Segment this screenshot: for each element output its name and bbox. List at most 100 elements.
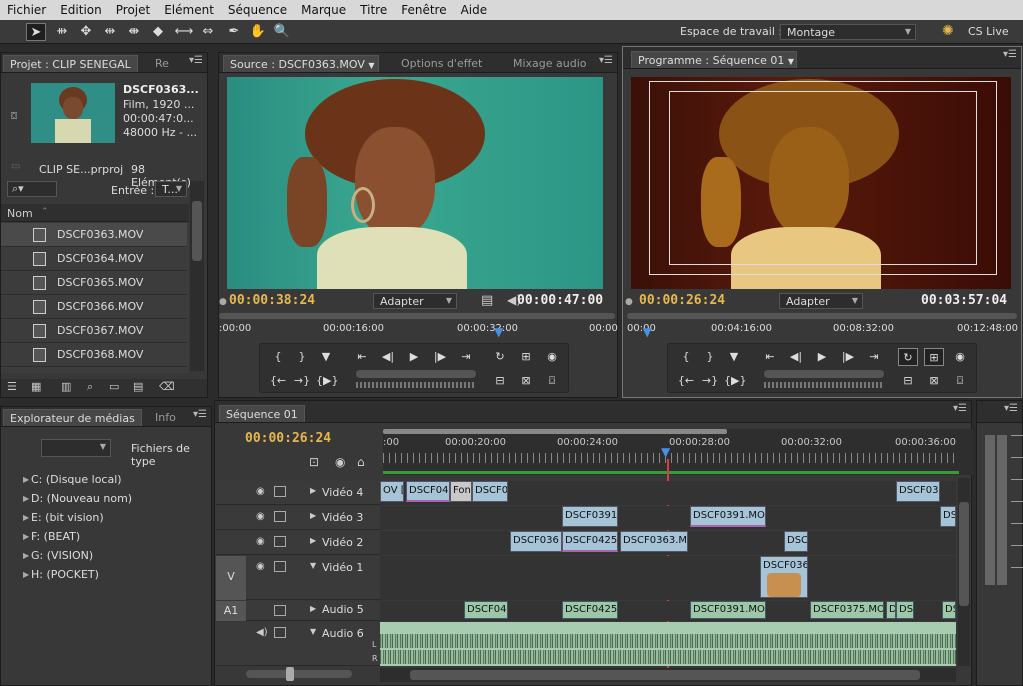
mark-out-icon[interactable]: } [700, 348, 720, 366]
clip-v4-3[interactable]: Fon [450, 481, 472, 502]
drive-f[interactable]: F: (BEAT) [23, 530, 80, 543]
play-icon[interactable]: ▶ [404, 348, 424, 366]
set-marker-icon[interactable]: ▼ [724, 348, 744, 366]
lane-audio-6[interactable] [380, 622, 956, 666]
speaker-icon[interactable]: ◀) [256, 627, 268, 638]
menu-edition[interactable]: Edition [53, 3, 109, 17]
selection-tool-icon[interactable]: ➤ [26, 23, 46, 41]
list-item[interactable]: DSCF0364.MOV [1, 247, 187, 271]
menu-sequence[interactable]: Séquence [221, 3, 294, 17]
program-current-timecode[interactable]: 00:00:26:24 [639, 293, 725, 308]
lane-video-4[interactable]: OV [ DSCF04 Fon DSCF0 DSCF03 [380, 481, 956, 505]
clip-a5-5[interactable]: D [886, 601, 896, 619]
expand-icon[interactable]: ▶ [310, 511, 316, 520]
razor-tool-icon[interactable]: ◆ [148, 23, 168, 41]
clip-v2-3[interactable]: DSCF0363.M [620, 531, 688, 552]
drive-h[interactable]: H: (POCKET) [23, 568, 99, 581]
name-column[interactable]: Nom [7, 207, 33, 220]
zoom-tool-icon[interactable]: 🔍 [272, 23, 292, 41]
insert-icon[interactable]: ⊟ [490, 372, 510, 390]
rate-stretch-tool-icon[interactable]: ⇼ [124, 23, 144, 41]
clip-a5-7[interactable]: DS [942, 601, 956, 619]
export-frame-icon[interactable]: ⌼ [542, 372, 562, 390]
marker-icon[interactable]: ◉ [335, 455, 345, 469]
go-to-in-icon[interactable]: ⇤ [760, 348, 780, 366]
clip-v3-3[interactable]: DS [940, 506, 956, 527]
hand-tool-icon[interactable]: ✋ [248, 23, 268, 41]
output-icon[interactable]: ◉ [542, 348, 562, 366]
loop-icon[interactable]: ↻ [490, 348, 510, 366]
clip-a5-2[interactable]: DSCF0425 [562, 601, 618, 619]
step-forward-icon[interactable]: |▶ [430, 348, 450, 366]
tab-source[interactable]: Source : DSCF0363.MOV ▼ [223, 55, 379, 72]
clip-v2-4[interactable]: DSC [784, 531, 808, 552]
menu-marque[interactable]: Marque [294, 3, 353, 17]
menu-fichier[interactable]: Fichier [0, 3, 53, 17]
snap-icon[interactable]: ⊡ [309, 455, 319, 469]
lift-icon[interactable]: ⊟ [898, 372, 918, 390]
find-icon[interactable]: ⌕ [87, 380, 93, 394]
cs-live-label[interactable]: CS Live [968, 25, 1009, 38]
workspace-select[interactable]: Montage [780, 24, 916, 40]
eye-icon[interactable]: ◉ [256, 511, 265, 522]
new-bin-icon[interactable]: ▭ [109, 380, 119, 393]
program-ruler[interactable]: 00:00 00:04:16:00 00:08:32:00 00:12:48:0… [627, 321, 1018, 337]
loop-icon[interactable]: ↻ [898, 348, 918, 366]
timeline-horizontal-scrollbar[interactable] [380, 668, 956, 682]
menu-fenetre[interactable]: Fenêtre [394, 3, 453, 17]
program-fit-select[interactable]: Adapter [779, 293, 863, 309]
jog-wheel[interactable] [764, 382, 884, 388]
play-in-out-icon[interactable]: {▶} [316, 372, 338, 390]
play-in-out-icon[interactable]: {▶} [724, 372, 746, 390]
expand-icon[interactable]: ▶ [310, 536, 316, 545]
clip-v4-2[interactable]: DSCF04 [406, 481, 450, 502]
clip-a5-3[interactable]: DSCF0391.MO' [690, 601, 766, 619]
eye-icon[interactable]: ◉ [256, 561, 265, 572]
go-to-out-icon[interactable]: ⇥ [864, 348, 884, 366]
pen-tool-icon[interactable]: ✒ [224, 23, 244, 41]
timeline-zoom-slider[interactable] [246, 667, 352, 681]
panel-menu-icon[interactable]: ▾☰ [193, 409, 207, 420]
shuttle-slider[interactable] [764, 370, 884, 378]
go-prev-marker-icon[interactable]: {← [268, 372, 288, 390]
timeline-playhead-icon[interactable]: ▼ [661, 445, 670, 459]
timeline-ruler[interactable]: :00 00:00:20:00 00:00:24:00 00:00:28:00 … [383, 429, 973, 475]
zoom-handle[interactable] [286, 667, 294, 681]
overlay-icon[interactable]: ⊠ [516, 372, 536, 390]
list-item[interactable]: DSCF0365.MOV [1, 271, 187, 295]
ripple-edit-tool-icon[interactable]: ✥ [76, 23, 96, 41]
clip-v4-5[interactable]: DSCF03 [896, 481, 940, 502]
program-playhead-icon[interactable]: ▼ [643, 325, 652, 339]
list-item[interactable]: DSCF0368.MOV [1, 343, 187, 367]
clip-a5-4[interactable]: DSCF0375.MO [810, 601, 884, 619]
scrollbar-thumb[interactable] [410, 670, 920, 680]
sort-icon[interactable]: ⌃ [41, 207, 49, 217]
lock-icon[interactable] [274, 536, 286, 547]
drive-g[interactable]: G: (VISION) [23, 549, 93, 562]
scrollbar-thumb[interactable] [192, 201, 202, 261]
mark-in-icon[interactable]: { [268, 348, 288, 366]
clip-a5-6[interactable]: DS [896, 601, 914, 619]
slip-tool-icon[interactable]: ⟷ [174, 23, 194, 41]
collapse-icon[interactable]: ▼ [310, 561, 316, 570]
tab-media-browser[interactable]: Explorateur de médias [3, 409, 142, 426]
safe-margins-icon[interactable]: ⊞ [516, 348, 536, 366]
entry-select[interactable]: T... [155, 181, 187, 197]
mark-out-icon[interactable]: } [292, 348, 312, 366]
clip-v4-4[interactable]: DSCF0 [472, 481, 508, 502]
source-fit-select[interactable]: Adapter [373, 293, 457, 309]
lock-icon[interactable] [274, 561, 286, 572]
audio-target[interactable]: A1 [216, 601, 246, 621]
step-back-icon[interactable]: ◀| [378, 348, 398, 366]
list-item[interactable]: DSCF0366.MOV [1, 295, 187, 319]
search-input[interactable]: ⌕▾ [7, 181, 57, 197]
slide-tool-icon[interactable]: ⇔ [198, 23, 218, 41]
extract-icon[interactable]: ⊠ [924, 372, 944, 390]
panel-menu-icon[interactable]: ▾☰ [1004, 403, 1018, 414]
tab-effect-options[interactable]: Options d'effet [395, 55, 488, 72]
cs-live-icon[interactable]: ✺ [942, 23, 954, 39]
tab-resources[interactable]: Re [149, 55, 175, 72]
eye-icon[interactable]: ◉ [256, 536, 265, 547]
menu-element[interactable]: Elément [157, 3, 221, 17]
eye-icon[interactable]: ◉ [256, 486, 265, 497]
